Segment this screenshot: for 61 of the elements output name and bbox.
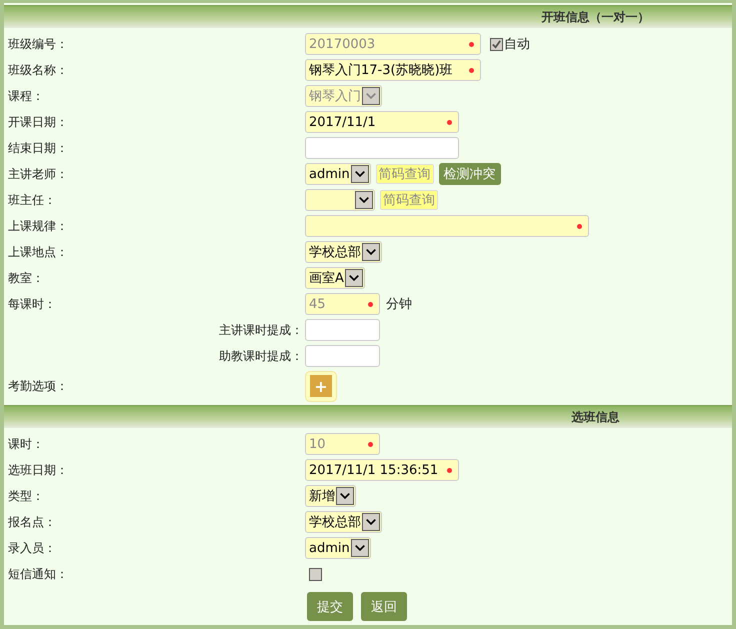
field-label: 教室： bbox=[8, 270, 44, 284]
submit-button[interactable]: 提交 bbox=[307, 592, 353, 621]
chevron-down-icon bbox=[336, 487, 354, 505]
check-conflict-button[interactable]: 检测冲突 bbox=[438, 163, 501, 185]
required-icon bbox=[447, 468, 452, 472]
field-label: 主讲课时提成： bbox=[219, 322, 303, 336]
field-label: 结束日期： bbox=[8, 140, 68, 154]
dropdown[interactable]: 新增 bbox=[305, 485, 356, 507]
field-label: 上课地点： bbox=[8, 244, 68, 258]
dropdown[interactable]: 学校总部 bbox=[305, 511, 382, 533]
section-title: 开班信息（一对一） bbox=[542, 8, 650, 26]
field-label: 助教课时提成： bbox=[219, 348, 303, 362]
field-label: 类型： bbox=[8, 488, 44, 502]
field-label: 课程： bbox=[8, 88, 44, 102]
field-label: 开课日期： bbox=[8, 114, 68, 128]
required-icon bbox=[469, 42, 474, 46]
chevron-down-icon bbox=[362, 243, 380, 261]
input-field[interactable]: 2017/11/1 bbox=[305, 111, 459, 133]
checkbox-label: 自动 bbox=[504, 36, 530, 53]
lookup-button[interactable]: 简码查询 bbox=[380, 190, 438, 210]
dropdown[interactable]: 学校总部 bbox=[305, 241, 382, 263]
field-label: 录入员： bbox=[8, 540, 56, 554]
lookup-button[interactable]: 简码查询 bbox=[376, 164, 434, 184]
chevron-down-icon bbox=[355, 191, 373, 209]
unit-label: 分钟 bbox=[386, 296, 412, 313]
field-label: 班级名称： bbox=[8, 62, 68, 76]
field-label: 报名点： bbox=[8, 514, 56, 528]
field-label: 班主任： bbox=[8, 192, 56, 206]
dropdown[interactable]: admin bbox=[305, 163, 371, 185]
chevron-down-icon bbox=[350, 165, 369, 183]
field-label: 主讲老师： bbox=[8, 166, 68, 180]
chevron-down-icon bbox=[362, 87, 380, 105]
required-icon bbox=[368, 442, 373, 446]
dropdown[interactable] bbox=[305, 189, 375, 211]
chevron-down-icon bbox=[362, 513, 380, 531]
input-field[interactable] bbox=[305, 345, 380, 367]
dropdown[interactable]: admin bbox=[305, 537, 371, 559]
back-button[interactable]: 返回 bbox=[361, 592, 407, 621]
chevron-down-icon bbox=[350, 539, 369, 557]
add-button[interactable]: + bbox=[305, 370, 337, 402]
field-label: 短信通知： bbox=[8, 566, 68, 580]
input-field[interactable]: 2017/11/1 15:36:51 bbox=[305, 459, 459, 481]
dropdown[interactable]: 画室A bbox=[305, 267, 365, 289]
checkbox[interactable] bbox=[309, 568, 322, 580]
input-field[interactable] bbox=[305, 319, 380, 341]
input-field[interactable] bbox=[305, 137, 459, 159]
field-label: 选班日期： bbox=[8, 462, 68, 476]
input-field[interactable] bbox=[305, 215, 589, 237]
required-icon bbox=[368, 302, 373, 306]
input-field[interactable]: 钢琴入门17-3(苏晓晓)班 bbox=[305, 59, 481, 81]
chevron-down-icon bbox=[344, 269, 363, 287]
field-label: 上课规律： bbox=[8, 218, 68, 232]
section-title: 选班信息 bbox=[572, 408, 620, 426]
field-label: 每课时： bbox=[8, 296, 56, 310]
required-icon bbox=[469, 68, 474, 72]
checkbox[interactable] bbox=[490, 38, 503, 50]
field-label: 班级编号： bbox=[8, 36, 68, 50]
required-icon bbox=[447, 120, 452, 124]
field-label: 考勤选项： bbox=[8, 378, 68, 392]
field-label: 课时： bbox=[8, 436, 44, 450]
required-icon bbox=[577, 224, 582, 228]
